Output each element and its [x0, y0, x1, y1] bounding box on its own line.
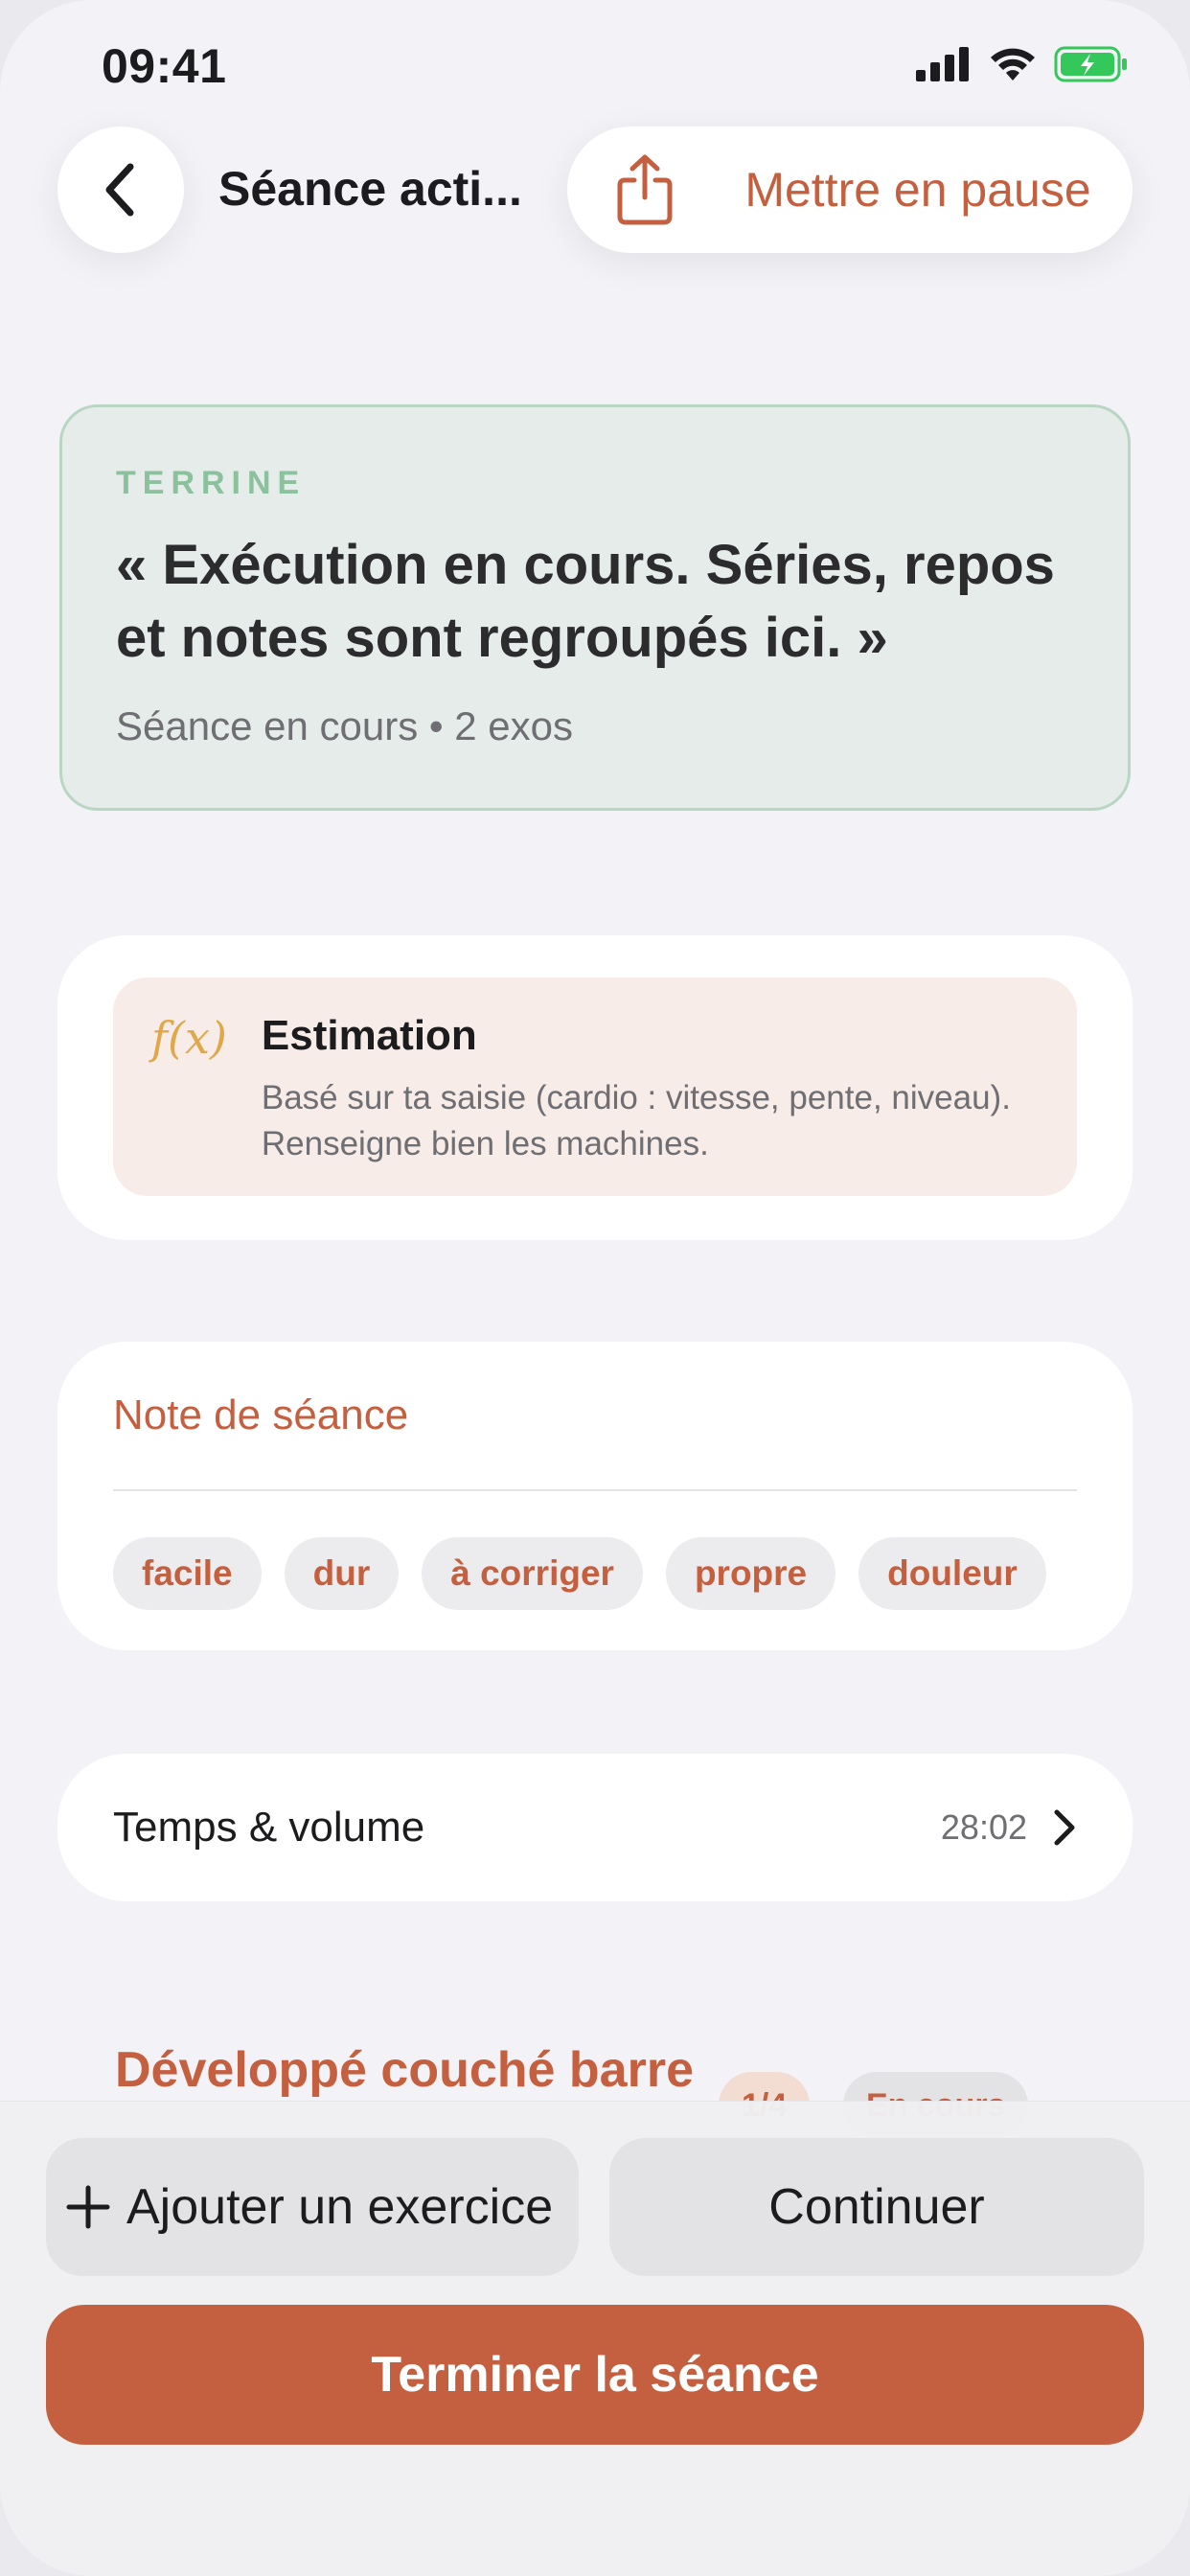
session-note-input[interactable]: Note de séance	[113, 1392, 1077, 1439]
estimation-info: f(x) Estimation Basé sur ta saisie (card…	[113, 978, 1077, 1196]
coach-message-card: TERRINE « Exécution en cours. Séries, re…	[59, 404, 1131, 811]
share-button[interactable]	[567, 126, 675, 253]
page-title: Séance acti...	[218, 162, 522, 216]
session-meta: Séance en cours • 2 exos	[116, 703, 573, 748]
note-chips: facile dur à corriger propre douleur	[113, 1537, 1077, 1610]
chip-facile[interactable]: facile	[113, 1537, 262, 1610]
add-exercise-button[interactable]: Ajouter un exercice	[46, 2138, 579, 2276]
status-time: 09:41	[102, 39, 227, 93]
time-volume-row[interactable]: Temps & volume 28:02	[57, 1754, 1133, 1901]
status-icons	[916, 46, 1129, 82]
pause-button[interactable]: Mettre en pause	[675, 162, 1133, 218]
chip-dur[interactable]: dur	[284, 1537, 400, 1610]
time-volume-label: Temps & volume	[113, 1804, 425, 1851]
continue-button[interactable]: Continuer	[609, 2138, 1144, 2276]
divider	[113, 1489, 1077, 1491]
header-actions: Mettre en pause	[567, 126, 1133, 253]
cellular-signal-icon	[916, 47, 969, 81]
estimation-card: f(x) Estimation Basé sur ta saisie (card…	[57, 935, 1133, 1240]
share-icon	[617, 154, 673, 225]
coach-label: TERRINE	[116, 465, 307, 501]
bottom-action-bar: Ajouter un exercice Continuer Terminer l…	[0, 2101, 1190, 2576]
finish-session-button[interactable]: Terminer la séance	[46, 2305, 1144, 2445]
exercise-row[interactable]: Développé couché barre 1/4 En cours	[115, 2041, 1073, 2139]
chevron-right-icon	[1054, 1809, 1075, 1846]
chip-douleur[interactable]: douleur	[858, 1537, 1046, 1610]
coach-quote: « Exécution en cours. Séries, repos et n…	[116, 534, 1055, 669]
chip-propre[interactable]: propre	[665, 1537, 836, 1610]
chevron-left-icon	[105, 163, 134, 217]
add-exercise-label: Ajouter un exercice	[126, 2179, 554, 2235]
chip-a-corriger[interactable]: à corriger	[422, 1537, 643, 1610]
session-note-card: Note de séance facile dur à corriger pro…	[57, 1342, 1133, 1650]
phone-screen: 09:41 Séance acti... Mettre en pause TER…	[0, 0, 1190, 2576]
plus-icon	[66, 2185, 110, 2229]
wifi-icon	[991, 48, 1035, 80]
exercise-title: Développé couché barre	[115, 2042, 694, 2098]
estimation-title: Estimation	[261, 1012, 477, 1059]
elapsed-time: 28:02	[940, 1807, 1027, 1847]
battery-charging-icon	[1054, 46, 1127, 82]
estimation-body: Basé sur ta saisie (cardio : vitesse, pe…	[261, 1079, 1011, 1162]
function-icon: f(x)	[151, 1012, 227, 1064]
back-button[interactable]	[57, 126, 184, 253]
